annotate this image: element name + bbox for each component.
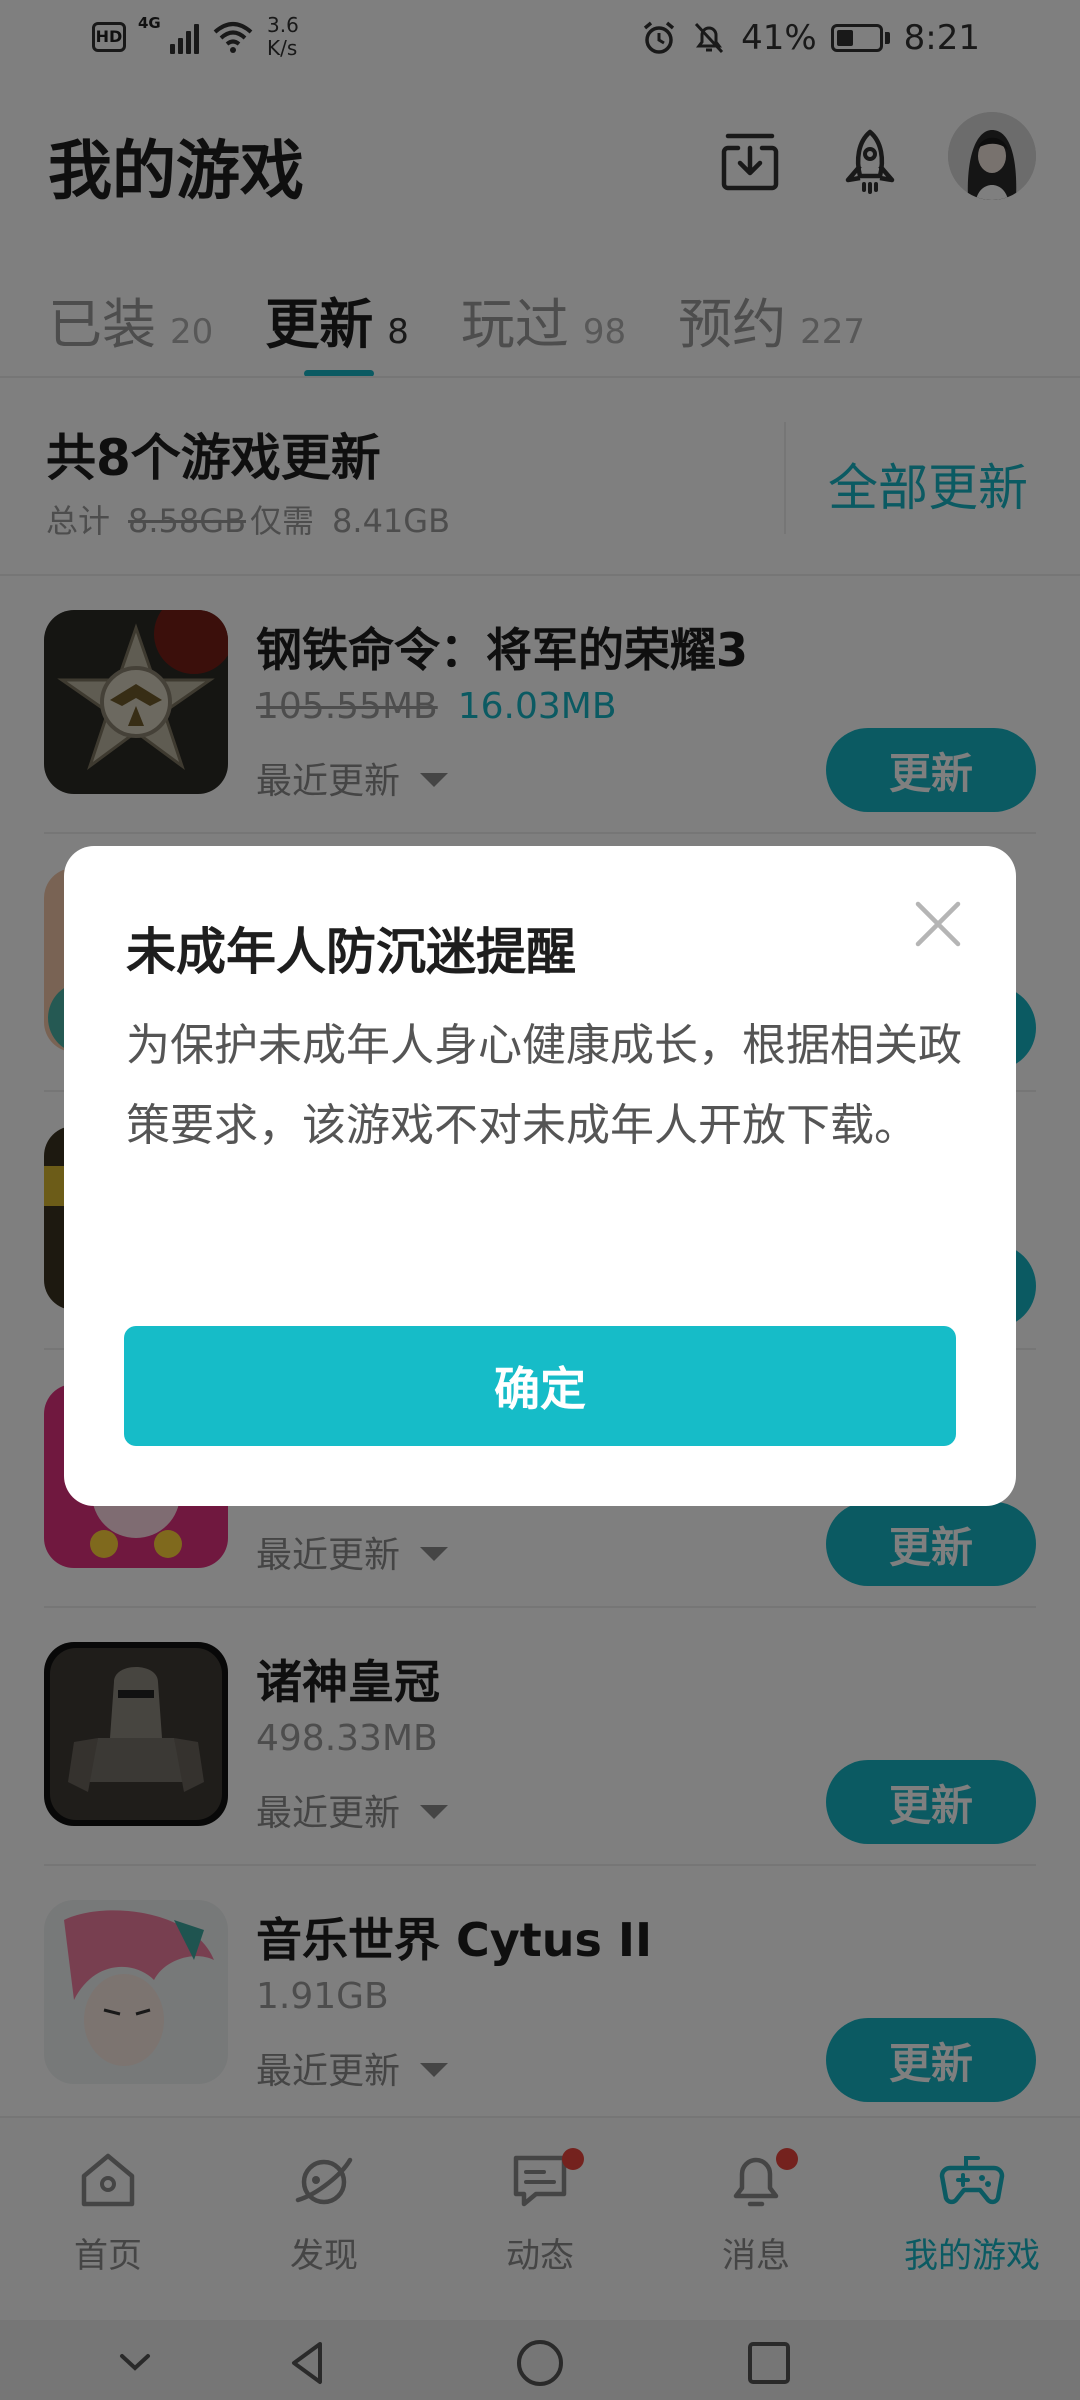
dialog-title: 未成年人防沉迷提醒 [126, 923, 576, 981]
dialog-message: 为保护未成年人身心健康成长，根据相关政策要求，该游戏不对未成年人开放下载。 [126, 1020, 962, 1151]
anti-addiction-dialog: 未成年人防沉迷提醒 为保护未成年人身心健康成长，根据相关政策要求，该游戏不对未成… [64, 846, 1016, 1506]
confirm-button[interactable]: 确定 [124, 1326, 956, 1446]
close-icon[interactable] [908, 894, 968, 954]
